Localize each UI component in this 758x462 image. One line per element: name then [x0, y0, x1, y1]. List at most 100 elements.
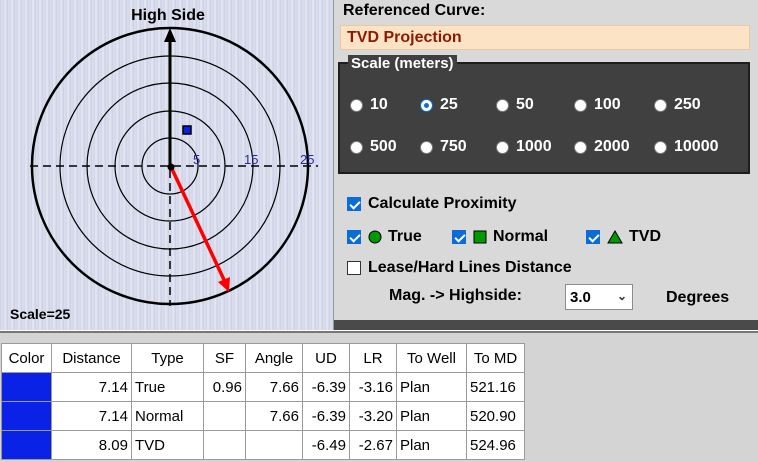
- green-square-icon: [473, 230, 487, 244]
- table-header-row: Color Distance Type SF Angle UD LR To We…: [1, 343, 525, 373]
- cell-sf: [203, 430, 246, 460]
- panel-divider: [334, 320, 758, 330]
- cell-lr: -2.67: [349, 430, 397, 460]
- cell-type: Normal: [131, 401, 204, 431]
- table-row[interactable]: 8.09 TVD -6.49 -2.67 Plan 524.96: [1, 430, 525, 460]
- settings-panel: Referenced Curve: TVD Projection Scale (…: [334, 0, 758, 330]
- table-row[interactable]: 7.14 True 0.96 7.66 -6.39 -3.16 Plan 521…: [1, 372, 525, 402]
- cell-lr: -3.20: [349, 401, 397, 431]
- scale-option-label: 2000: [594, 138, 630, 155]
- proximity-vector-arrow: [170, 168, 228, 285]
- col-to-well[interactable]: To Well: [396, 343, 467, 373]
- proximity-table-area: Color Distance Type SF Angle UD LR To We…: [0, 331, 758, 462]
- cell-to-well: Plan: [396, 430, 467, 460]
- scale-radio-10[interactable]: 10: [350, 96, 388, 114]
- mag-highside-dropdown[interactable]: 3.0 ⌄: [565, 284, 633, 310]
- cell-to-well: Plan: [396, 372, 467, 402]
- referenced-curve-label: Referenced Curve:: [343, 2, 486, 19]
- cell-type: True: [131, 372, 204, 402]
- checkbox-box-checked: [347, 230, 361, 244]
- proximity-plot: High Side 5 15 25 Scale=25: [0, 0, 334, 330]
- high-side-label: High Side: [131, 7, 205, 24]
- scale-radio-1000[interactable]: 1000: [496, 138, 552, 156]
- scale-option-label: 100: [594, 96, 621, 113]
- col-distance[interactable]: Distance: [51, 343, 132, 373]
- cell-angle: 7.66: [245, 401, 303, 431]
- radio-dot: [654, 140, 667, 154]
- mag-highside-value: 3.0: [570, 289, 591, 306]
- lease-hard-lines-label: Lease/Hard Lines Distance: [368, 259, 572, 276]
- color-swatch: [1, 372, 52, 402]
- scale-option-label: 10000: [674, 138, 719, 155]
- calculate-proximity-label: Calculate Proximity: [368, 195, 517, 212]
- col-type[interactable]: Type: [131, 343, 204, 373]
- scale-radio-250[interactable]: 250: [654, 96, 701, 114]
- tvd-checkbox[interactable]: TVD: [586, 228, 661, 246]
- radio-dot: [496, 140, 509, 154]
- cell-to-md: 524.96: [466, 430, 525, 460]
- high-side-arrowhead: [164, 28, 176, 42]
- green-circle-icon: [368, 230, 382, 244]
- scale-radio-2000[interactable]: 2000: [574, 138, 630, 156]
- cell-lr: -3.16: [349, 372, 397, 402]
- col-color[interactable]: Color: [1, 343, 52, 373]
- true-checkbox[interactable]: True: [347, 228, 422, 246]
- scale-radio-25[interactable]: 25: [420, 96, 458, 114]
- scale-option-label: 1000: [516, 138, 552, 155]
- calculate-proximity-checkbox[interactable]: Calculate Proximity: [347, 195, 517, 213]
- degrees-label: Degrees: [666, 289, 730, 306]
- cell-distance: 8.09: [51, 430, 132, 460]
- mag-highside-label: Mag. -> Highside:: [389, 287, 522, 304]
- cell-to-md: 521.16: [466, 372, 525, 402]
- cell-ud: -6.49: [302, 430, 350, 460]
- cell-angle: [245, 430, 303, 460]
- scale-radio-500[interactable]: 500: [350, 138, 397, 156]
- col-lr[interactable]: LR: [349, 343, 397, 373]
- scale-option-label: 500: [370, 138, 397, 155]
- checkbox-box-checked: [347, 197, 361, 211]
- ring-label-25: 25: [300, 152, 314, 167]
- center-point: [167, 163, 175, 171]
- cell-to-well: Plan: [396, 401, 467, 431]
- scale-radio-750[interactable]: 750: [420, 138, 467, 156]
- col-sf[interactable]: SF: [203, 343, 246, 373]
- cell-sf: 0.96: [203, 372, 246, 402]
- scale-caption: Scale=25: [10, 306, 71, 322]
- checkbox-box-unchecked: [347, 261, 361, 275]
- scale-group: Scale (meters) 10 25 50 100 250 500 750 …: [338, 55, 750, 174]
- radio-dot: [574, 98, 587, 112]
- cell-ud: -6.39: [302, 401, 350, 431]
- scale-option-label: 250: [674, 96, 701, 113]
- tvd-label: TVD: [629, 228, 661, 245]
- scale-radio-50[interactable]: 50: [496, 96, 534, 114]
- radio-dot: [654, 98, 667, 112]
- radio-dot: [574, 140, 587, 154]
- scale-radio-10000[interactable]: 10000: [654, 138, 719, 156]
- scale-option-label: 50: [516, 96, 534, 113]
- polar-plot-svg: High Side 5 15 25: [30, 7, 318, 306]
- cell-ud: -6.39: [302, 372, 350, 402]
- radio-dot: [420, 140, 433, 154]
- col-angle[interactable]: Angle: [245, 343, 303, 373]
- proximity-table: Color Distance Type SF Angle UD LR To We…: [1, 343, 525, 460]
- scale-group-legend: Scale (meters): [348, 55, 457, 72]
- cell-type: TVD: [131, 430, 204, 460]
- col-ud[interactable]: UD: [302, 343, 350, 373]
- lease-hard-lines-checkbox[interactable]: Lease/Hard Lines Distance: [347, 259, 572, 277]
- referenced-curve-field[interactable]: TVD Projection: [340, 25, 750, 50]
- ring-label-5: 5: [193, 152, 200, 167]
- radio-dot-selected: [420, 98, 433, 112]
- cell-angle: 7.66: [245, 372, 303, 402]
- cell-sf: [203, 401, 246, 431]
- radio-dot: [496, 98, 509, 112]
- checkbox-box-checked: [586, 230, 600, 244]
- normal-checkbox[interactable]: Normal: [452, 228, 548, 246]
- color-swatch: [1, 401, 52, 431]
- table-row[interactable]: 7.14 Normal 7.66 -6.39 -3.20 Plan 520.90: [1, 401, 525, 431]
- col-to-md[interactable]: To MD: [466, 343, 525, 373]
- scale-radio-100[interactable]: 100: [574, 96, 621, 114]
- cell-to-md: 520.90: [466, 401, 525, 431]
- scale-option-label: 750: [440, 138, 467, 155]
- true-label: True: [388, 228, 422, 245]
- ring-label-15: 15: [244, 152, 258, 167]
